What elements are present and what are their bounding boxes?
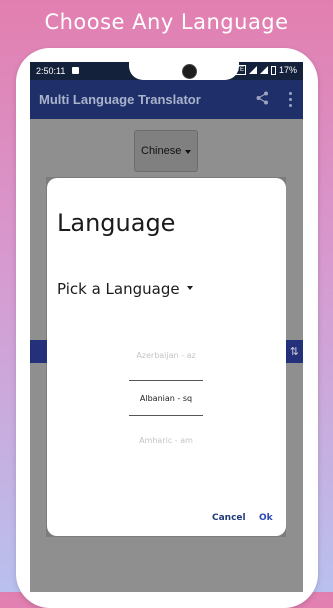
battery-percent: 17% <box>278 65 297 75</box>
source-language-dropdown[interactable]: Chinese <box>134 130 198 172</box>
pick-language-dropdown[interactable]: Pick a Language <box>57 280 180 298</box>
wifi-icon <box>248 66 257 74</box>
picker-divider-top <box>129 380 203 381</box>
source-language-value: Chinese <box>141 145 182 157</box>
share-icon[interactable] <box>256 91 269 105</box>
cancel-button[interactable]: Cancel <box>212 513 246 523</box>
swap-icon[interactable]: ⇅ <box>290 345 299 358</box>
picker-item-previous[interactable]: Azerbaijan - az <box>129 351 203 360</box>
signal-icon <box>259 66 268 74</box>
picker-item-next[interactable]: Amharic - am <box>129 436 203 445</box>
app-bar: Multi Language Translator <box>30 80 303 119</box>
chevron-down-icon <box>185 150 191 154</box>
image-notification-icon <box>72 67 79 74</box>
promo-headline: Choose Any Language <box>44 10 289 34</box>
battery-icon <box>270 65 276 75</box>
picker-divider-bottom <box>129 415 203 416</box>
chevron-down-icon[interactable] <box>187 286 193 290</box>
ok-button[interactable]: Ok <box>259 513 273 523</box>
picker-item-selected[interactable]: Albanian - sq <box>129 394 203 403</box>
app-title: Multi Language Translator <box>39 92 201 107</box>
language-dialog: Language Pick a Language Azerbaijan - az… <box>47 178 286 536</box>
dialog-title: Language <box>57 209 176 237</box>
status-time: 2:50:11 <box>36 66 66 76</box>
more-vert-icon[interactable] <box>289 92 293 110</box>
camera-icon <box>182 64 197 79</box>
